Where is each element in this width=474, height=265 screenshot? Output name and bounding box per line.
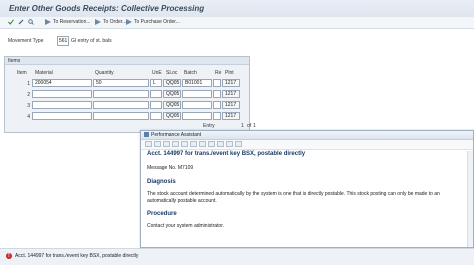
- help-icon[interactable]: [199, 141, 206, 147]
- sloc-cell[interactable]: QQ05: [163, 101, 181, 109]
- purchase-order-icon[interactable]: [126, 19, 132, 25]
- status-message[interactable]: Acct. 144997 for trans./event key BSX, p…: [15, 253, 138, 259]
- une-cell[interactable]: [150, 101, 162, 109]
- entry-value: 1: [241, 123, 244, 129]
- items-header: Items: [5, 57, 249, 65]
- plnt-cell[interactable]: 1217: [222, 90, 240, 98]
- batch-cell[interactable]: [182, 101, 212, 109]
- batch-cell[interactable]: [182, 112, 212, 120]
- re-cell[interactable]: [213, 90, 221, 98]
- items-panel: Items Item Material Quantity UnE SLoc Ba…: [4, 56, 256, 133]
- diagnosis-text: The stock account determined automatical…: [147, 191, 440, 204]
- print-icon[interactable]: [172, 141, 179, 147]
- re-cell[interactable]: [213, 101, 221, 109]
- material-cell[interactable]: [32, 90, 92, 98]
- sloc-cell[interactable]: QQ05: [163, 112, 181, 120]
- diagnosis-title: Diagnosis: [147, 179, 176, 185]
- movement-type-description: GI entry of st. bals: [71, 38, 112, 44]
- page-title: Enter Other Goods Receipts: Collective P…: [9, 4, 205, 13]
- order-icon[interactable]: [95, 19, 101, 25]
- row-number: 3: [27, 103, 30, 109]
- movement-type-label: Movement Type: [8, 38, 44, 44]
- print-preview-icon[interactable]: [235, 141, 242, 147]
- check-icon[interactable]: [8, 19, 14, 25]
- col-une: UnE: [152, 70, 162, 76]
- window-icon[interactable]: [217, 141, 224, 147]
- entry-of: of: [247, 123, 252, 129]
- col-quantity: Quantity: [95, 70, 114, 76]
- procedure-text: Contact your system administrator.: [147, 223, 224, 229]
- plnt-cell[interactable]: 1217: [222, 112, 240, 120]
- col-batch: Batch: [184, 70, 197, 76]
- to-reservation-button[interactable]: To Reservation...: [53, 19, 91, 25]
- title-bar: Enter Other Goods Receipts: Collective P…: [0, 0, 474, 18]
- forward-icon[interactable]: [154, 141, 161, 147]
- to-purchase-order-button[interactable]: To Purchase Order...: [134, 19, 180, 25]
- message-heading: Acct. 144997 for trans./event key BSX, p…: [147, 151, 306, 157]
- quantity-cell[interactable]: [93, 112, 149, 120]
- display-icon[interactable]: [28, 19, 34, 25]
- row-number: 4: [27, 114, 30, 120]
- back-icon[interactable]: [145, 141, 152, 147]
- performance-assistant-titlebar: Performance Assistant: [141, 131, 473, 140]
- status-bar: ! Acct. 144997 for trans./event key BSX,…: [0, 248, 474, 265]
- material-cell[interactable]: [32, 101, 92, 109]
- entry-label: Entry: [203, 123, 215, 129]
- to-order-button[interactable]: To Order...: [103, 19, 126, 25]
- batch-cell[interactable]: B01001: [182, 79, 212, 87]
- une-cell[interactable]: [150, 90, 162, 98]
- search-icon[interactable]: [181, 141, 188, 147]
- items-title: Items: [8, 58, 21, 64]
- assistant-icon: [144, 132, 149, 137]
- procedure-title: Procedure: [147, 211, 177, 217]
- plnt-cell[interactable]: 1217: [222, 101, 240, 109]
- une-cell[interactable]: L: [150, 79, 162, 87]
- batch-cell[interactable]: [182, 90, 212, 98]
- link-icon[interactable]: [208, 141, 215, 147]
- col-re: Re: [215, 70, 222, 76]
- quantity-cell[interactable]: [93, 90, 149, 98]
- col-sloc: SLoc: [166, 70, 178, 76]
- message-number: Message No. M7109: [147, 165, 194, 171]
- close-icon[interactable]: [226, 141, 233, 147]
- movement-type-value: 561: [59, 38, 68, 44]
- movement-type-field[interactable]: 561: [57, 36, 69, 46]
- re-cell[interactable]: [213, 112, 221, 120]
- vertical-scrollbar[interactable]: [467, 151, 473, 247]
- error-icon: !: [6, 253, 12, 259]
- performance-assistant-title: Performance Assistant: [151, 132, 202, 138]
- material-cell[interactable]: [32, 112, 92, 120]
- col-item: Item: [17, 70, 27, 76]
- reservation-icon[interactable]: [45, 19, 51, 25]
- sloc-cell[interactable]: QQ05: [163, 90, 181, 98]
- technical-info-icon[interactable]: [163, 141, 170, 147]
- sloc-cell[interactable]: QQ05: [163, 79, 181, 87]
- row-number: 2: [27, 92, 30, 98]
- col-plnt: Plnt: [225, 70, 234, 76]
- application-toolbar: To Reservation... To Order... To Purchas…: [0, 17, 474, 29]
- une-cell[interactable]: [150, 112, 162, 120]
- performance-assistant-toolbar: [141, 140, 473, 150]
- row-number: 1: [27, 81, 30, 87]
- material-cell[interactable]: 200054: [32, 79, 92, 87]
- quantity-cell[interactable]: [93, 101, 149, 109]
- col-material: Material: [35, 70, 53, 76]
- quantity-cell[interactable]: 50: [93, 79, 149, 87]
- plnt-cell[interactable]: 1217: [222, 79, 240, 87]
- settings-icon[interactable]: [190, 141, 197, 147]
- re-cell[interactable]: [213, 79, 221, 87]
- performance-assistant-window: Performance Assistant Acct. 144997 for t…: [140, 130, 474, 248]
- entry-total: 1: [253, 123, 256, 129]
- edit-icon[interactable]: [18, 19, 24, 25]
